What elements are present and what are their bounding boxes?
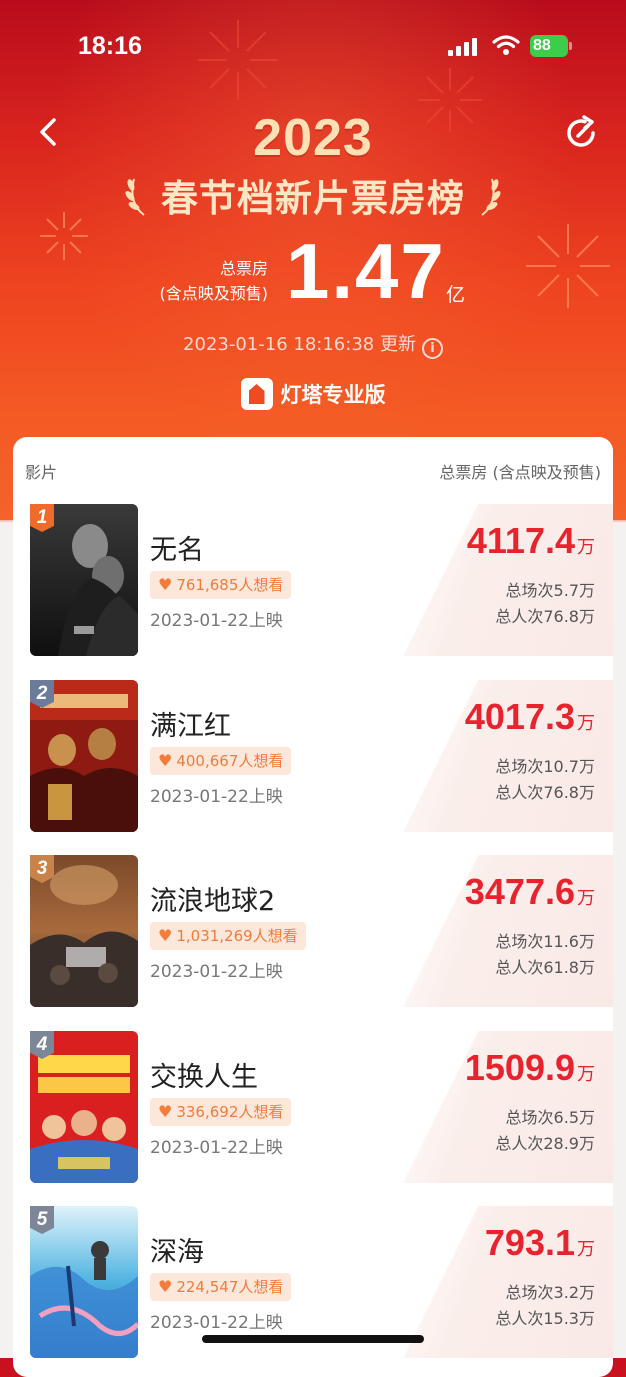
gross-number: 1509.9: [464, 1047, 575, 1088]
brand-logo-icon: [240, 378, 273, 410]
page-year: 2023: [253, 109, 373, 167]
want-count: 761,685人想看: [176, 576, 284, 594]
heart-icon: ♥: [158, 926, 173, 945]
total-shows: 总场次10.7万: [495, 757, 595, 776]
gross-number: 3477.6: [464, 871, 575, 912]
heart-icon: ♥: [158, 575, 173, 594]
heart-icon: ♥: [158, 1102, 173, 1121]
total-sublabel: (含点映及预售): [159, 284, 269, 303]
laurel-right-icon: [481, 178, 501, 216]
film-title: 满江红: [150, 711, 231, 742]
home-indicator[interactable]: [202, 1335, 424, 1343]
gross-unit: 万: [577, 713, 595, 734]
gross-unit: 万: [577, 537, 595, 558]
film-row[interactable]: 2 满江红 ♥ 400,667人想看 2023-01-22上映 4017.3 万 总…: [13, 680, 613, 840]
total-unit: 亿: [446, 284, 466, 306]
want-to-see-badge: ♥ 400,667人想看: [150, 747, 292, 775]
gross-unit: 万: [577, 1239, 595, 1260]
total-viewers: 总人次61.8万: [495, 958, 595, 977]
want-count: 400,667人想看: [176, 752, 284, 770]
total-shows: 总场次6.5万: [505, 1108, 595, 1127]
release-date: 2023-01-22上映: [150, 1138, 283, 1158]
want-to-see-badge: ♥ 1,031,269人想看: [150, 922, 306, 950]
gross-value: 793.1 万: [485, 1222, 595, 1264]
want-count: 224,547人想看: [176, 1278, 284, 1296]
cellular-signal-icon: [448, 38, 477, 56]
want-to-see-badge: ♥ 224,547人想看: [150, 1273, 292, 1301]
release-date: 2023-01-22上映: [150, 611, 283, 631]
total-shows: 总场次3.2万: [505, 1283, 595, 1302]
film-title: 流浪地球2: [150, 886, 276, 917]
total-box-office-value: 1.47: [286, 227, 446, 315]
release-date: 2023-01-22上映: [150, 962, 283, 982]
total-viewers: 总人次76.8万: [495, 607, 595, 626]
film-row[interactable]: 1 无名 ♥ 761,685人想看 2023-01-22上映 4117.4 万 总场…: [13, 504, 613, 664]
film-title: 深海: [150, 1237, 204, 1268]
want-to-see-badge: ♥ 336,692人想看: [150, 1098, 292, 1126]
gross-value: 1509.9 万: [465, 1047, 595, 1089]
total-label: 总票房: [219, 259, 268, 278]
want-count: 336,692人想看: [176, 1103, 284, 1121]
total-shows: 总场次11.6万: [495, 932, 595, 951]
wifi-icon: [492, 35, 520, 55]
gross-number: 4117.4: [466, 520, 575, 561]
total-shows: 总场次5.7万: [505, 581, 595, 600]
film-title: 无名: [150, 535, 204, 566]
gross-value: 3477.6 万: [465, 871, 595, 913]
total-label-block: 总票房 (含点映及预售): [150, 256, 269, 306]
status-time: 18:16: [78, 32, 142, 60]
battery-tip: [569, 42, 572, 50]
gross-value: 4017.3 万: [465, 696, 595, 738]
brand-name: 灯塔专业版: [280, 383, 386, 407]
page-title: 春节档新片票房榜: [161, 177, 465, 220]
film-row[interactable]: 3 流浪地球2 ♥ 1,031,269人想看 2023-01-22上映 3477.…: [13, 855, 613, 1015]
total-viewers: 总人次28.9万: [495, 1134, 595, 1153]
laurel-left-icon: [125, 178, 145, 216]
total-viewers: 总人次15.3万: [495, 1309, 595, 1328]
gross-value: 4117.4 万: [467, 520, 595, 562]
heart-icon: ♥: [158, 1277, 173, 1296]
film-row[interactable]: 4 交换人生 ♥ 336,692人想看 2023-01-22上映 1509.9 万 …: [13, 1031, 613, 1191]
want-count: 1,031,269人想看: [176, 927, 298, 945]
battery-level: 88: [533, 37, 551, 54]
page-title-row: 春节档新片票房榜: [0, 168, 626, 220]
gross-number: 4017.3: [464, 696, 575, 737]
updated-time: 2023-01-16 18:16:38 更新: [183, 334, 416, 355]
ranking-card: 影片 总票房 (含点映及预售) 1 无名 ♥ 761,685人想看 2023-01…: [13, 437, 613, 1377]
column-header-film: 影片: [25, 463, 58, 482]
brand-row: 灯塔专业版: [0, 378, 626, 410]
heart-icon: ♥: [158, 751, 173, 770]
status-bar: 18:16 88: [0, 30, 626, 64]
film-title: 交换人生: [150, 1062, 258, 1093]
gross-number: 793.1: [484, 1222, 575, 1263]
want-to-see-badge: ♥ 761,685人想看: [150, 571, 292, 599]
gross-unit: 万: [577, 1064, 595, 1085]
release-date: 2023-01-22上映: [150, 787, 283, 807]
updated-time-row: 2023-01-16 18:16:38 更新 i: [0, 330, 626, 359]
release-date: 2023-01-22上映: [150, 1313, 283, 1333]
gross-unit: 万: [577, 888, 595, 909]
info-icon[interactable]: i: [421, 338, 443, 359]
column-header-gross: 总票房 (含点映及预售): [439, 463, 601, 482]
battery-indicator: 88: [530, 35, 568, 57]
total-viewers: 总人次76.8万: [495, 783, 595, 802]
